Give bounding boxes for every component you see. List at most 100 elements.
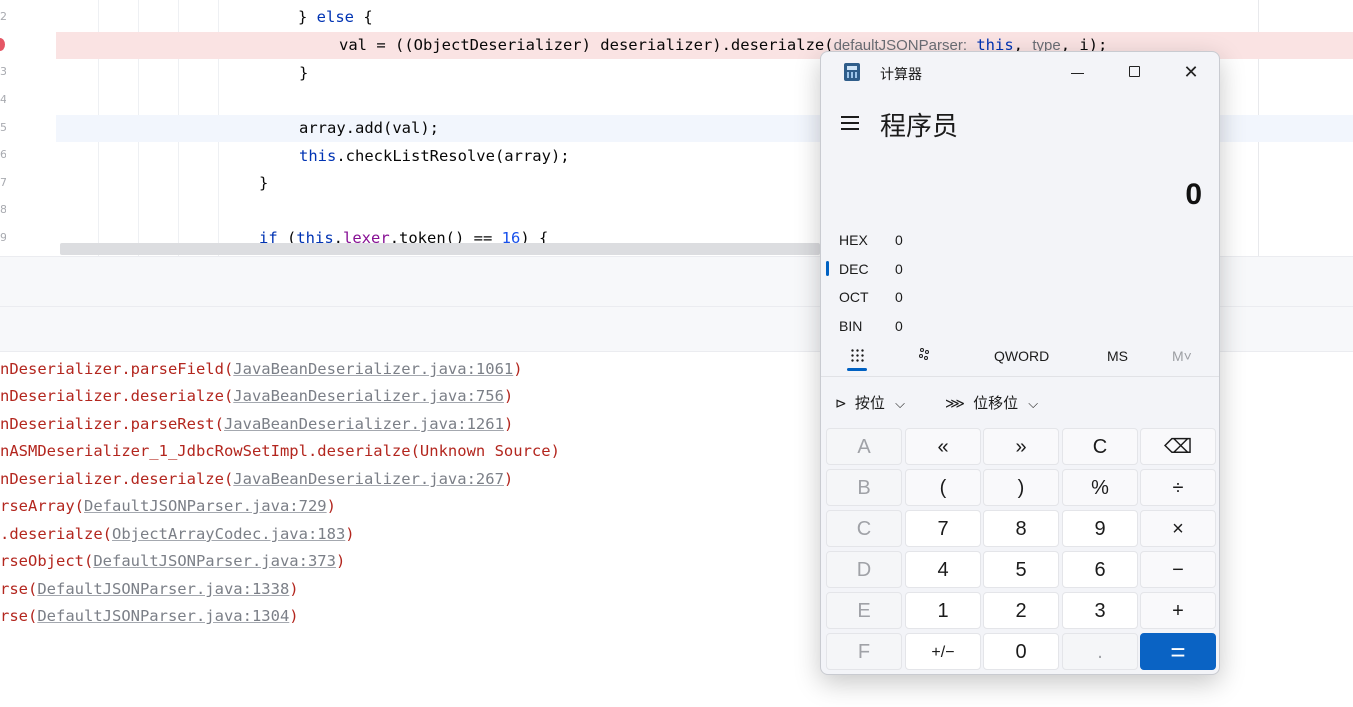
code-token: val = ((ObjectDeserializer) deserializer… <box>339 36 834 54</box>
multiply-key[interactable]: × <box>1140 510 1216 547</box>
navigation-menu-button[interactable] <box>841 115 861 131</box>
code-line[interactable]: } else { <box>56 4 1353 31</box>
radix-oct[interactable]: OCT 0 <box>839 284 989 310</box>
close-paren-key[interactable]: ) <box>983 469 1059 506</box>
line-number: 6 <box>0 148 6 161</box>
stack-frame: nDeserializer.deserialze(JavaBeanDeseria… <box>0 470 513 496</box>
window-title: 计算器 <box>880 66 922 82</box>
stack-frame-method: nDeserializer.parseRest( <box>0 415 224 433</box>
hex-c-key[interactable]: C <box>826 510 902 547</box>
negate-key[interactable]: +/− <box>905 633 981 670</box>
stack-frame-paren: ) <box>289 607 299 625</box>
maximize-button[interactable] <box>1112 58 1158 86</box>
radix-hex[interactable]: HEX 0 <box>839 227 989 253</box>
stack-frame-method: nDeserializer.deserialze( <box>0 387 234 405</box>
source-link[interactable]: JavaBeanDeserializer.java:1261 <box>224 415 504 433</box>
code-keyword: this <box>299 147 337 165</box>
close-icon: ✕ <box>1183 62 1199 82</box>
radix-label: DEC <box>839 261 869 277</box>
digit-3-key[interactable]: 3 <box>1062 592 1138 629</box>
decimal-key[interactable]: . <box>1062 633 1138 670</box>
stack-frame-paren: ) <box>503 470 514 488</box>
left-rotate-key[interactable]: « <box>905 428 981 465</box>
source-link[interactable]: JavaBeanDeserializer.java:1061 <box>233 360 513 378</box>
percent-key[interactable]: % <box>1062 469 1138 506</box>
breakpoint-icon[interactable] <box>0 38 5 51</box>
source-link[interactable]: JavaBeanDeserializer.java:267 <box>233 470 504 488</box>
subtract-key[interactable]: − <box>1140 551 1216 588</box>
digit-0-key[interactable]: 0 <box>983 633 1059 670</box>
backspace-key[interactable]: ⌫ <box>1140 428 1216 465</box>
stack-frame-method: nDeserializer.deserialze( <box>0 470 234 488</box>
calculator-window[interactable]: 计算器 ✕ 程序员 0 HEX 0 DEC 0 OCT 0 BIN 0 QWOR… <box>820 51 1220 675</box>
hex-e-key[interactable]: E <box>826 592 902 629</box>
bitwise-label: 按位 <box>854 395 885 412</box>
bitwise-dropdown[interactable]: ⊳ 按位 ⌵ <box>835 392 905 413</box>
line-number: 3 <box>0 65 6 78</box>
digit-2-key[interactable]: 2 <box>983 592 1059 629</box>
source-link[interactable]: ObjectArrayCodec.java:183 <box>112 525 345 543</box>
memory-view-button[interactable]: M˅ <box>1172 348 1192 364</box>
stack-frame-paren: ) <box>326 497 336 515</box>
equals-key[interactable]: = <box>1140 633 1216 670</box>
bit-shift-label: 位移位 <box>973 395 1019 412</box>
source-link[interactable]: DefaultJSONParser.java:373 <box>93 552 336 570</box>
digit-1-key[interactable]: 1 <box>905 592 981 629</box>
radix-value: 0 <box>895 318 903 334</box>
full-keypad-icon[interactable] <box>850 348 866 364</box>
digit-4-key[interactable]: 4 <box>905 551 981 588</box>
radix-dec[interactable]: DEC 0 <box>826 256 989 282</box>
function-bar: QWORD MS M˅ <box>821 342 1219 376</box>
source-link[interactable]: DefaultJSONParser.java:729 <box>84 497 327 515</box>
digit-5-key[interactable]: 5 <box>983 551 1059 588</box>
code-token: { <box>354 8 373 26</box>
divide-key[interactable]: ÷ <box>1140 469 1216 506</box>
stack-frame-method: rseObject( <box>0 552 94 570</box>
digit-8-key[interactable]: 8 <box>983 510 1059 547</box>
hamburger-icon-bar <box>841 122 859 124</box>
minimize-button[interactable] <box>1055 58 1101 86</box>
close-button[interactable]: ✕ <box>1168 58 1214 86</box>
word-size-button[interactable]: QWORD <box>994 348 1049 364</box>
hex-d-key[interactable]: D <box>826 551 902 588</box>
stack-frame-method: rse( <box>0 607 38 625</box>
open-paren-key[interactable]: ( <box>905 469 981 506</box>
code-token: array.add(val); <box>299 119 439 137</box>
digit-7-key[interactable]: 7 <box>905 510 981 547</box>
add-key[interactable]: + <box>1140 592 1216 629</box>
radix-bin[interactable]: BIN 0 <box>839 313 989 339</box>
hex-b-key[interactable]: B <box>826 469 902 506</box>
code-token: .checkListResolve(array); <box>336 147 570 165</box>
source-link[interactable]: DefaultJSONParser.java:1304 <box>37 607 289 625</box>
active-tab-indicator <box>847 368 867 371</box>
horizontal-scrollbar[interactable] <box>60 243 820 255</box>
digit-9-key[interactable]: 9 <box>1062 510 1138 547</box>
line-number: 5 <box>0 121 6 134</box>
code-token: } <box>299 64 309 82</box>
digit-6-key[interactable]: 6 <box>1062 551 1138 588</box>
stack-frame: rse(DefaultJSONParser.java:1338) <box>0 580 299 606</box>
hex-f-key[interactable]: F <box>826 633 902 670</box>
stack-frame-paren: ) <box>335 552 346 570</box>
stack-frame-paren: ) <box>345 525 355 543</box>
source-link[interactable]: JavaBeanDeserializer.java:756 <box>233 387 504 405</box>
bit-dot <box>925 350 929 354</box>
radix-value: 0 <box>895 232 903 248</box>
chevron-down-icon: ⌵ <box>1028 396 1039 411</box>
mode-title: 程序员 <box>880 111 959 141</box>
hex-a-key[interactable]: A <box>826 428 902 465</box>
stack-frame: .deserialze(ObjectArrayCodec.java:183) <box>0 525 355 551</box>
stack-frame-method: rse( <box>0 580 38 598</box>
radix-label: HEX <box>839 232 868 248</box>
clear-key[interactable]: C <box>1062 428 1138 465</box>
source-link[interactable]: DefaultJSONParser.java:1338 <box>37 580 289 598</box>
bit-shift-dropdown[interactable]: ⋙ 位移位 ⌵ <box>945 392 1038 413</box>
stack-frame-method: nASMDeserializer_1_JdbcRowSetImpl.deseri… <box>0 442 560 460</box>
line-number: 9 <box>0 231 6 244</box>
right-rotate-key[interactable]: » <box>983 428 1059 465</box>
maximize-icon <box>1129 66 1140 77</box>
title-bar[interactable]: 计算器 ✕ <box>821 52 1219 92</box>
stack-frame: rse(DefaultJSONParser.java:1304) <box>0 607 299 633</box>
memory-store-button[interactable]: MS <box>1107 348 1128 364</box>
bit-toggle-keypad-icon[interactable] <box>917 348 933 364</box>
